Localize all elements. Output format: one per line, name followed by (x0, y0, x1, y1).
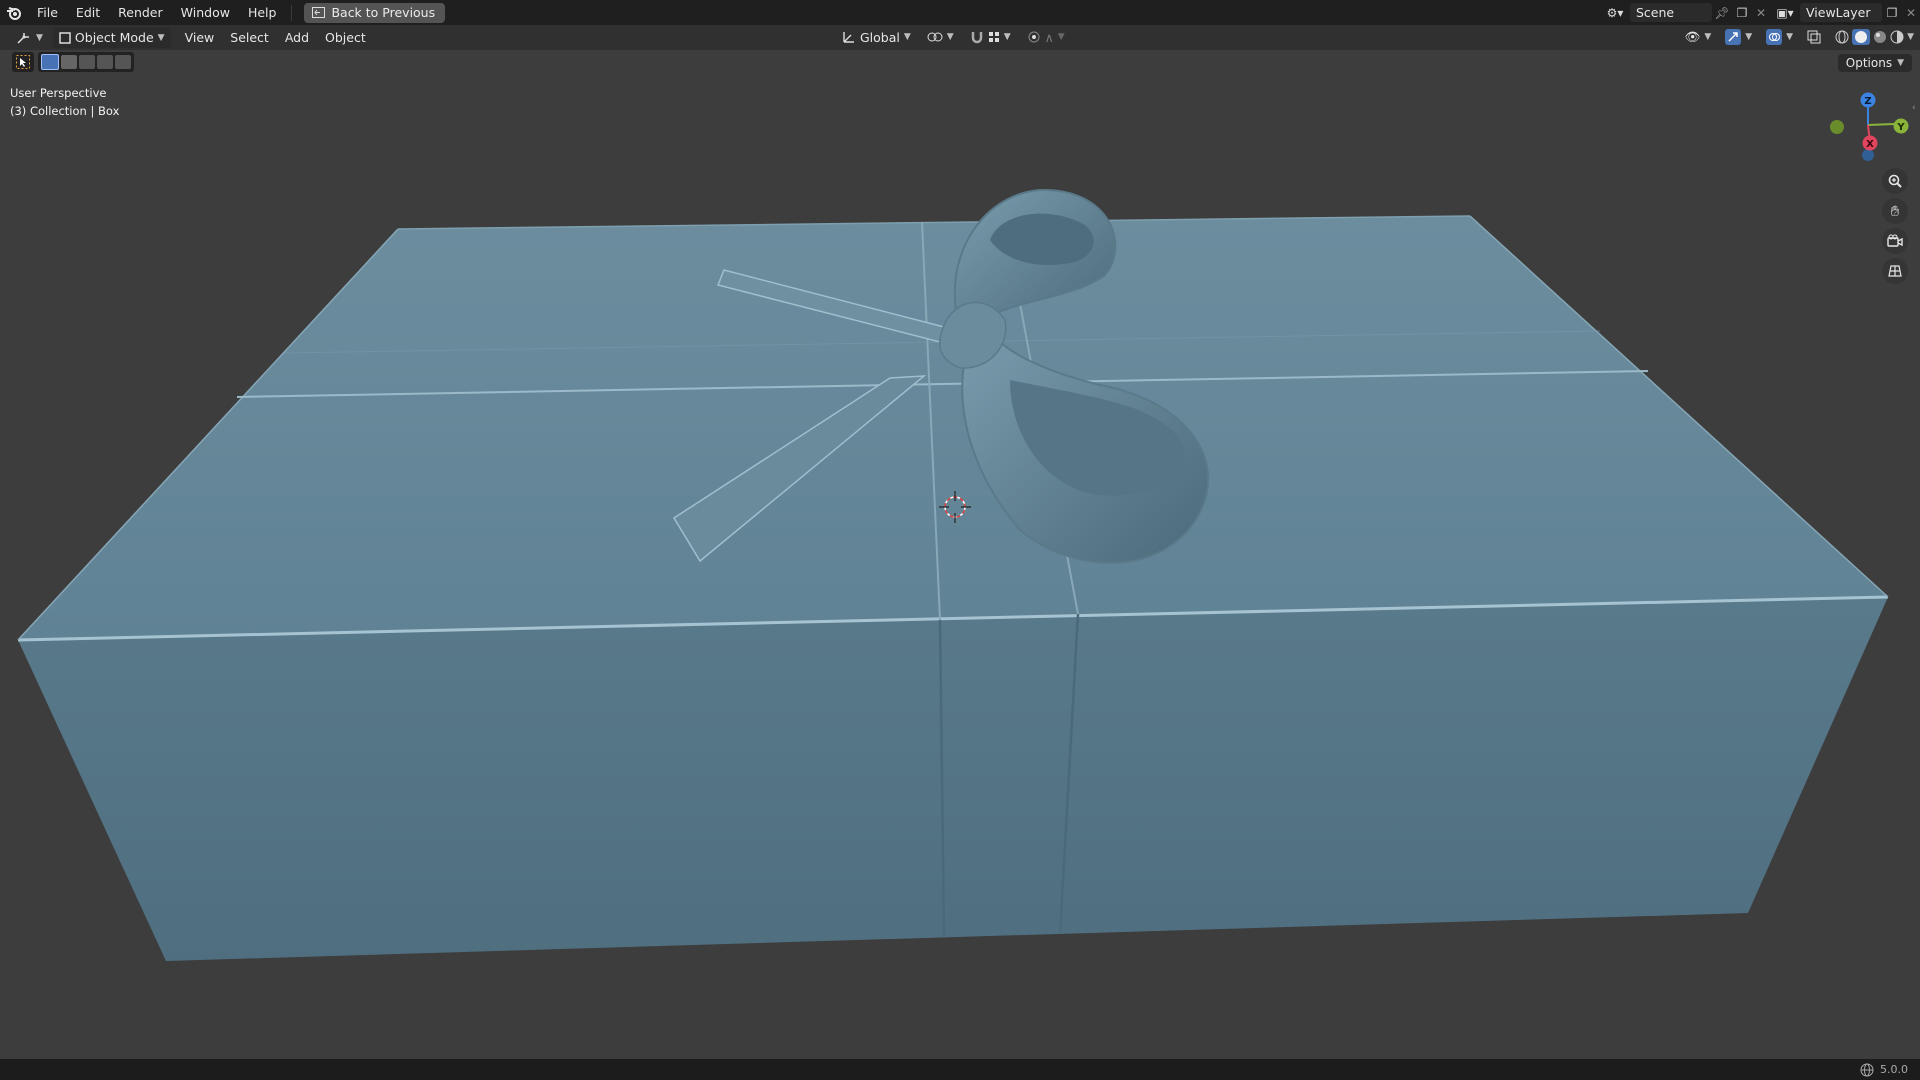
gizmo-z-label: Z (1864, 96, 1871, 107)
box-top-face (18, 216, 1888, 640)
box-front-face (18, 597, 1888, 961)
pan-hand-icon[interactable]: ✋︎ (1882, 198, 1908, 224)
gizmo-y-label: Y (1896, 122, 1905, 133)
status-bar: 5.0.0 (0, 1059, 1920, 1080)
version-label: 5.0.0 (1880, 1063, 1908, 1076)
camera-view-icon[interactable] (1882, 228, 1908, 254)
globe-icon (1860, 1063, 1874, 1077)
gizmo-neg-y-icon[interactable] (1830, 120, 1844, 134)
zoom-icon[interactable] (1882, 168, 1908, 194)
gizmo-x-label: X (1866, 139, 1874, 150)
sidebar-toggle-icon[interactable]: ‹ (1912, 103, 1920, 113)
perspective-toggle-icon[interactable] (1882, 258, 1908, 284)
viewport-scene[interactable]: Z Y X (0, 0, 1920, 1080)
gizmo-neg-z-icon[interactable] (1862, 149, 1874, 161)
